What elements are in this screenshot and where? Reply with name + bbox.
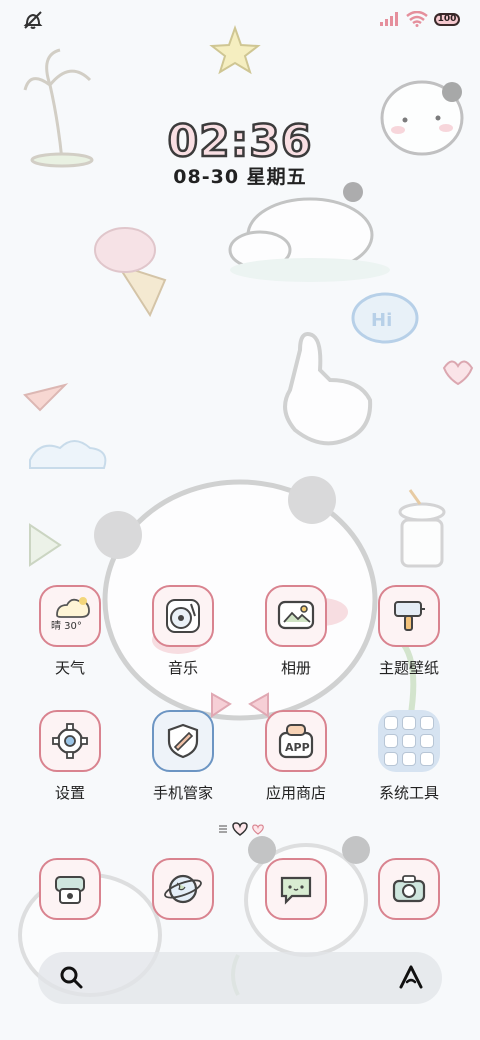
search-bar[interactable] bbox=[38, 952, 442, 1004]
app-theme-wallpaper[interactable]: 主题壁纸 bbox=[354, 585, 464, 678]
menu-lines-icon bbox=[219, 825, 227, 833]
svg-text:Hi: Hi bbox=[371, 310, 392, 331]
gallery-icon[interactable] bbox=[265, 585, 327, 647]
app-label-phone-manager: 手机管家 bbox=[152, 784, 213, 802]
weather-text: 晴 30° bbox=[51, 621, 82, 632]
phone-icon[interactable] bbox=[39, 858, 101, 920]
battery-level: 100 bbox=[437, 14, 457, 24]
app-gallery[interactable]: 相册 bbox=[241, 585, 351, 678]
clock-time[interactable]: 02:36 bbox=[0, 115, 480, 169]
page-dot-active-heart-icon bbox=[232, 822, 248, 836]
app-phone-manager[interactable]: 手机管家 bbox=[128, 710, 238, 803]
app-system-tools-folder[interactable]: 系统工具 bbox=[354, 710, 464, 803]
battery-indicator: 100 bbox=[434, 12, 460, 26]
browser-globe-icon[interactable] bbox=[152, 858, 214, 920]
dock-app-browser[interactable] bbox=[128, 858, 238, 920]
app-store-icon[interactable]: APP bbox=[265, 710, 327, 772]
messages-icon[interactable] bbox=[265, 858, 327, 920]
app-label-gallery: 相册 bbox=[280, 659, 311, 677]
app-weather[interactable]: 晴 30° 天气 bbox=[15, 585, 125, 678]
app-label-music: 音乐 bbox=[167, 659, 198, 677]
dock-app-camera[interactable] bbox=[354, 858, 464, 920]
app-music[interactable]: 音乐 bbox=[128, 585, 238, 678]
clock-date[interactable]: 08-30 星期五 bbox=[0, 162, 480, 189]
music-icon[interactable] bbox=[152, 585, 214, 647]
app-label-app-store: 应用商店 bbox=[265, 784, 326, 802]
app-store[interactable]: APP 应用商店 bbox=[241, 710, 351, 803]
dock-app-phone[interactable] bbox=[15, 858, 125, 920]
app-label-settings: 设置 bbox=[54, 784, 85, 802]
theme-brush-icon[interactable] bbox=[378, 585, 440, 647]
dock-app-messages[interactable] bbox=[241, 858, 351, 920]
page-indicator[interactable] bbox=[218, 822, 264, 836]
app-label-weather: 天气 bbox=[54, 659, 85, 677]
app-label-theme-wallpaper: 主题壁纸 bbox=[378, 659, 439, 677]
phone-manager-shield-icon[interactable] bbox=[152, 710, 214, 772]
wifi-icon bbox=[406, 11, 428, 27]
app-settings[interactable]: 设置 bbox=[15, 710, 125, 803]
notification-muted-icon bbox=[22, 10, 44, 34]
folder-preview-grid bbox=[384, 716, 434, 766]
assistant-icon[interactable] bbox=[398, 964, 424, 994]
settings-gear-icon[interactable] bbox=[39, 710, 101, 772]
signal-icon bbox=[380, 12, 398, 26]
svg-text:APP: APP bbox=[285, 741, 310, 754]
page-dot-heart-icon bbox=[252, 823, 264, 835]
search-icon[interactable] bbox=[58, 964, 84, 994]
folder-icon[interactable] bbox=[378, 710, 440, 772]
camera-icon[interactable] bbox=[378, 858, 440, 920]
app-label-system-tools: 系统工具 bbox=[378, 784, 439, 802]
status-bar: 100 bbox=[0, 0, 480, 40]
weather-icon[interactable]: 晴 30° bbox=[39, 585, 101, 647]
